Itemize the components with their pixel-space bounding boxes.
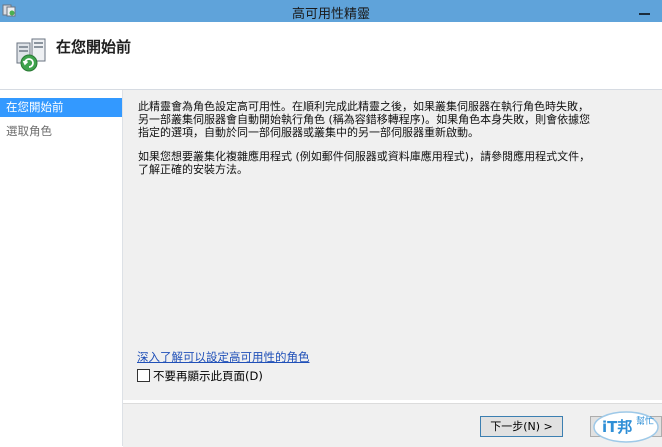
sidebar-item-before-you-begin[interactable]: 在您開始前 bbox=[0, 98, 122, 117]
dont-show-again-checkbox[interactable] bbox=[137, 369, 150, 382]
failover-cluster-wizard-icon bbox=[16, 38, 46, 72]
minimize-button[interactable] bbox=[628, 0, 662, 22]
wizard-steps-sidebar: 在您開始前 選取角色 bbox=[0, 90, 123, 446]
wizard-header: 在您開始前 bbox=[0, 22, 662, 90]
watermark-main-text: iT邦 bbox=[602, 418, 632, 436]
sidebar-item-select-role[interactable]: 選取角色 bbox=[0, 122, 122, 141]
application-paragraph: 如果您想要叢集化複雜應用程式 (例如郵件伺服器或資料庫應用程式)，請參閱應用程式… bbox=[138, 150, 591, 176]
learn-more-link[interactable]: 深入了解可以設定高可用性的角色 bbox=[137, 349, 310, 365]
wizard-footer: 下一步(N) > bbox=[123, 403, 662, 447]
window-title: 高可用性精靈 bbox=[291, 7, 370, 22]
intro-paragraph: 此精靈會為角色設定高可用性。在順利完成此精靈之後，如果叢集伺服器在執行角色時失敗… bbox=[138, 100, 591, 139]
dont-show-again-label[interactable]: 不要再顯示此頁面(D) bbox=[153, 368, 263, 384]
next-button[interactable]: 下一步(N) > bbox=[480, 416, 563, 437]
title-bar: 高可用性精靈 bbox=[0, 0, 662, 22]
watermark-sub-text: 幫忙 bbox=[636, 415, 654, 427]
ithome-watermark-logo: iT邦 幫忙 bbox=[593, 411, 659, 443]
page-heading: 在您開始前 bbox=[56, 38, 132, 56]
minimize-icon bbox=[639, 13, 650, 15]
